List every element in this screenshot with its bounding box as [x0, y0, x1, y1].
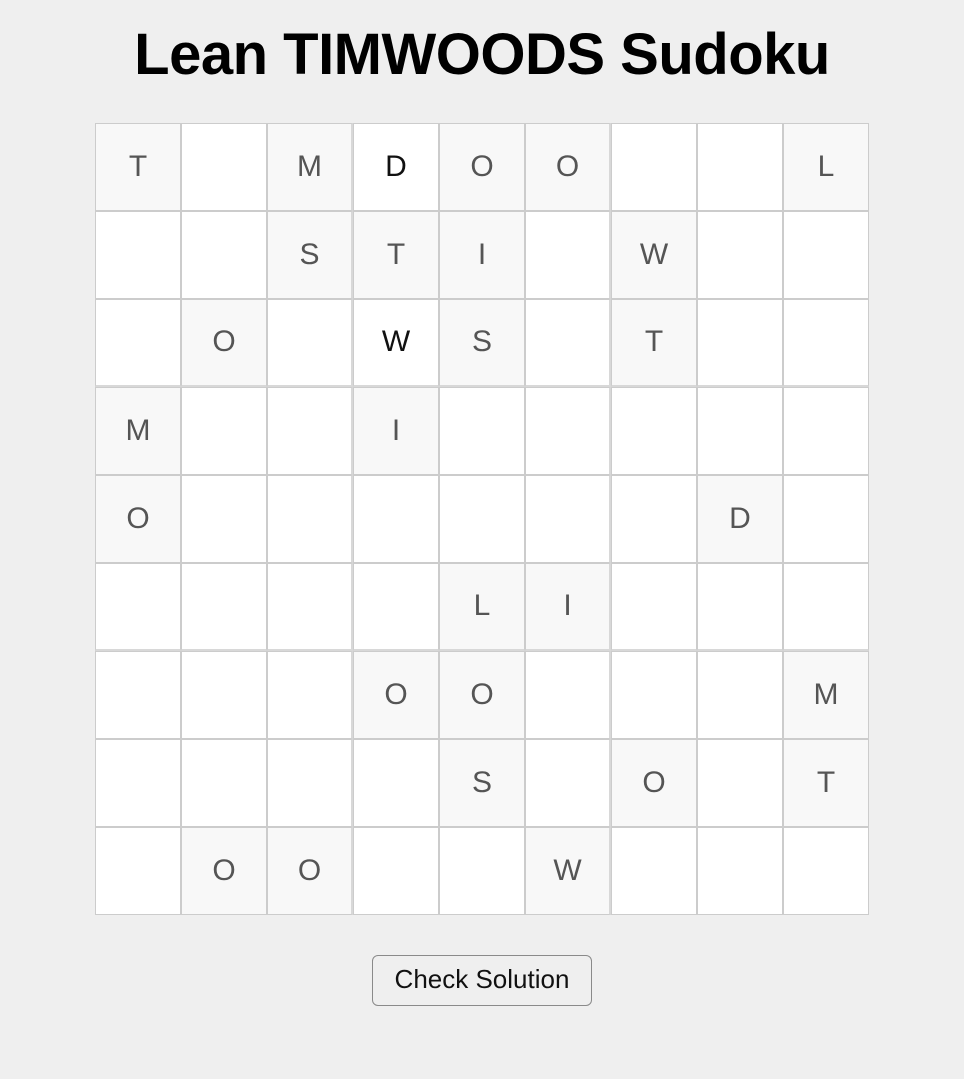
sudoku-cell-r4c5[interactable]	[439, 386, 525, 475]
sudoku-cell-r2c5[interactable]: I	[439, 210, 525, 299]
sudoku-cell-r9c1[interactable]	[95, 826, 181, 915]
sudoku-cell-r1c9[interactable]: L	[783, 122, 869, 211]
sudoku-cell-r9c4[interactable]	[353, 826, 439, 915]
sudoku-cell-r5c8[interactable]: D	[697, 474, 783, 563]
sudoku-cell-r1c1[interactable]: T	[95, 122, 181, 211]
sudoku-cell-r3c1[interactable]	[95, 298, 181, 387]
sudoku-cell-r5c6[interactable]	[525, 474, 611, 563]
sudoku-cell-r9c8[interactable]	[697, 826, 783, 915]
sudoku-cell-r8c1[interactable]	[95, 738, 181, 827]
grid-container: TMDOOLSTIWOWSTMIODLIOOMSOTOOW	[0, 122, 964, 915]
sudoku-cell-r5c1[interactable]: O	[95, 474, 181, 563]
sudoku-cell-r2c1[interactable]	[95, 210, 181, 299]
sudoku-cell-r8c5[interactable]: S	[439, 738, 525, 827]
sudoku-cell-r2c6[interactable]	[525, 210, 611, 299]
sudoku-cell-r3c9[interactable]	[783, 298, 869, 387]
sudoku-cell-r3c4[interactable]: W	[353, 298, 439, 387]
sudoku-cell-r7c2[interactable]	[181, 650, 267, 739]
sudoku-cell-r6c8[interactable]	[697, 562, 783, 651]
sudoku-cell-r1c6[interactable]: O	[525, 122, 611, 211]
sudoku-cell-r9c2[interactable]: O	[181, 826, 267, 915]
sudoku-cell-r5c4[interactable]	[353, 474, 439, 563]
sudoku-cell-r6c2[interactable]	[181, 562, 267, 651]
sudoku-cell-r7c5[interactable]: O	[439, 650, 525, 739]
sudoku-cell-r4c1[interactable]: M	[95, 386, 181, 475]
sudoku-cell-r4c6[interactable]	[525, 386, 611, 475]
sudoku-cell-r3c3[interactable]	[267, 298, 353, 387]
sudoku-cell-r6c3[interactable]	[267, 562, 353, 651]
sudoku-cell-r1c4[interactable]: D	[353, 122, 439, 211]
sudoku-cell-r5c9[interactable]	[783, 474, 869, 563]
sudoku-page: Lean TIMWOODS Sudoku TMDOOLSTIWOWSTMIODL…	[0, 0, 964, 1079]
sudoku-cell-r8c4[interactable]	[353, 738, 439, 827]
sudoku-cell-r9c7[interactable]	[611, 826, 697, 915]
sudoku-cell-r6c7[interactable]	[611, 562, 697, 651]
sudoku-cell-r7c4[interactable]: O	[353, 650, 439, 739]
sudoku-cell-r7c3[interactable]	[267, 650, 353, 739]
controls-bar: Check Solution	[0, 954, 964, 1006]
sudoku-cell-r5c5[interactable]	[439, 474, 525, 563]
sudoku-cell-r7c9[interactable]: M	[783, 650, 869, 739]
sudoku-cell-r4c3[interactable]	[267, 386, 353, 475]
sudoku-cell-r3c6[interactable]	[525, 298, 611, 387]
sudoku-cell-r2c7[interactable]: W	[611, 210, 697, 299]
sudoku-cell-r1c5[interactable]: O	[439, 122, 525, 211]
check-solution-button[interactable]: Check Solution	[371, 954, 593, 1006]
sudoku-cell-r5c7[interactable]	[611, 474, 697, 563]
sudoku-cell-r4c8[interactable]	[697, 386, 783, 475]
sudoku-cell-r4c7[interactable]	[611, 386, 697, 475]
page-title: Lean TIMWOODS Sudoku	[134, 22, 830, 87]
sudoku-cell-r2c8[interactable]	[697, 210, 783, 299]
sudoku-cell-r7c6[interactable]	[525, 650, 611, 739]
sudoku-cell-r8c9[interactable]: T	[783, 738, 869, 827]
sudoku-cell-r6c1[interactable]	[95, 562, 181, 651]
sudoku-cell-r8c7[interactable]: O	[611, 738, 697, 827]
sudoku-cell-r2c3[interactable]: S	[267, 210, 353, 299]
sudoku-grid: TMDOOLSTIWOWSTMIODLIOOMSOTOOW	[95, 122, 869, 915]
sudoku-cell-r2c4[interactable]: T	[353, 210, 439, 299]
sudoku-cell-r4c4[interactable]: I	[353, 386, 439, 475]
sudoku-cell-r7c1[interactable]	[95, 650, 181, 739]
sudoku-cell-r1c3[interactable]: M	[267, 122, 353, 211]
sudoku-cell-r2c9[interactable]	[783, 210, 869, 299]
sudoku-cell-r6c4[interactable]	[353, 562, 439, 651]
sudoku-cell-r3c5[interactable]: S	[439, 298, 525, 387]
sudoku-cell-r3c8[interactable]	[697, 298, 783, 387]
sudoku-cell-r5c3[interactable]	[267, 474, 353, 563]
sudoku-cell-r1c8[interactable]	[697, 122, 783, 211]
sudoku-cell-r8c3[interactable]	[267, 738, 353, 827]
sudoku-cell-r9c5[interactable]	[439, 826, 525, 915]
sudoku-cell-r8c6[interactable]	[525, 738, 611, 827]
sudoku-cell-r4c2[interactable]	[181, 386, 267, 475]
sudoku-cell-r7c8[interactable]	[697, 650, 783, 739]
sudoku-cell-r3c2[interactable]: O	[181, 298, 267, 387]
sudoku-cell-r5c2[interactable]	[181, 474, 267, 563]
sudoku-cell-r6c5[interactable]: L	[439, 562, 525, 651]
sudoku-cell-r9c3[interactable]: O	[267, 826, 353, 915]
sudoku-cell-r3c7[interactable]: T	[611, 298, 697, 387]
sudoku-cell-r4c9[interactable]	[783, 386, 869, 475]
sudoku-cell-r2c2[interactable]	[181, 210, 267, 299]
sudoku-cell-r8c2[interactable]	[181, 738, 267, 827]
sudoku-cell-r1c2[interactable]	[181, 122, 267, 211]
sudoku-cell-r6c9[interactable]	[783, 562, 869, 651]
sudoku-cell-r1c7[interactable]	[611, 122, 697, 211]
sudoku-cell-r6c6[interactable]: I	[525, 562, 611, 651]
sudoku-cell-r9c9[interactable]	[783, 826, 869, 915]
sudoku-cell-r7c7[interactable]	[611, 650, 697, 739]
sudoku-cell-r9c6[interactable]: W	[525, 826, 611, 915]
sudoku-cell-r8c8[interactable]	[697, 738, 783, 827]
